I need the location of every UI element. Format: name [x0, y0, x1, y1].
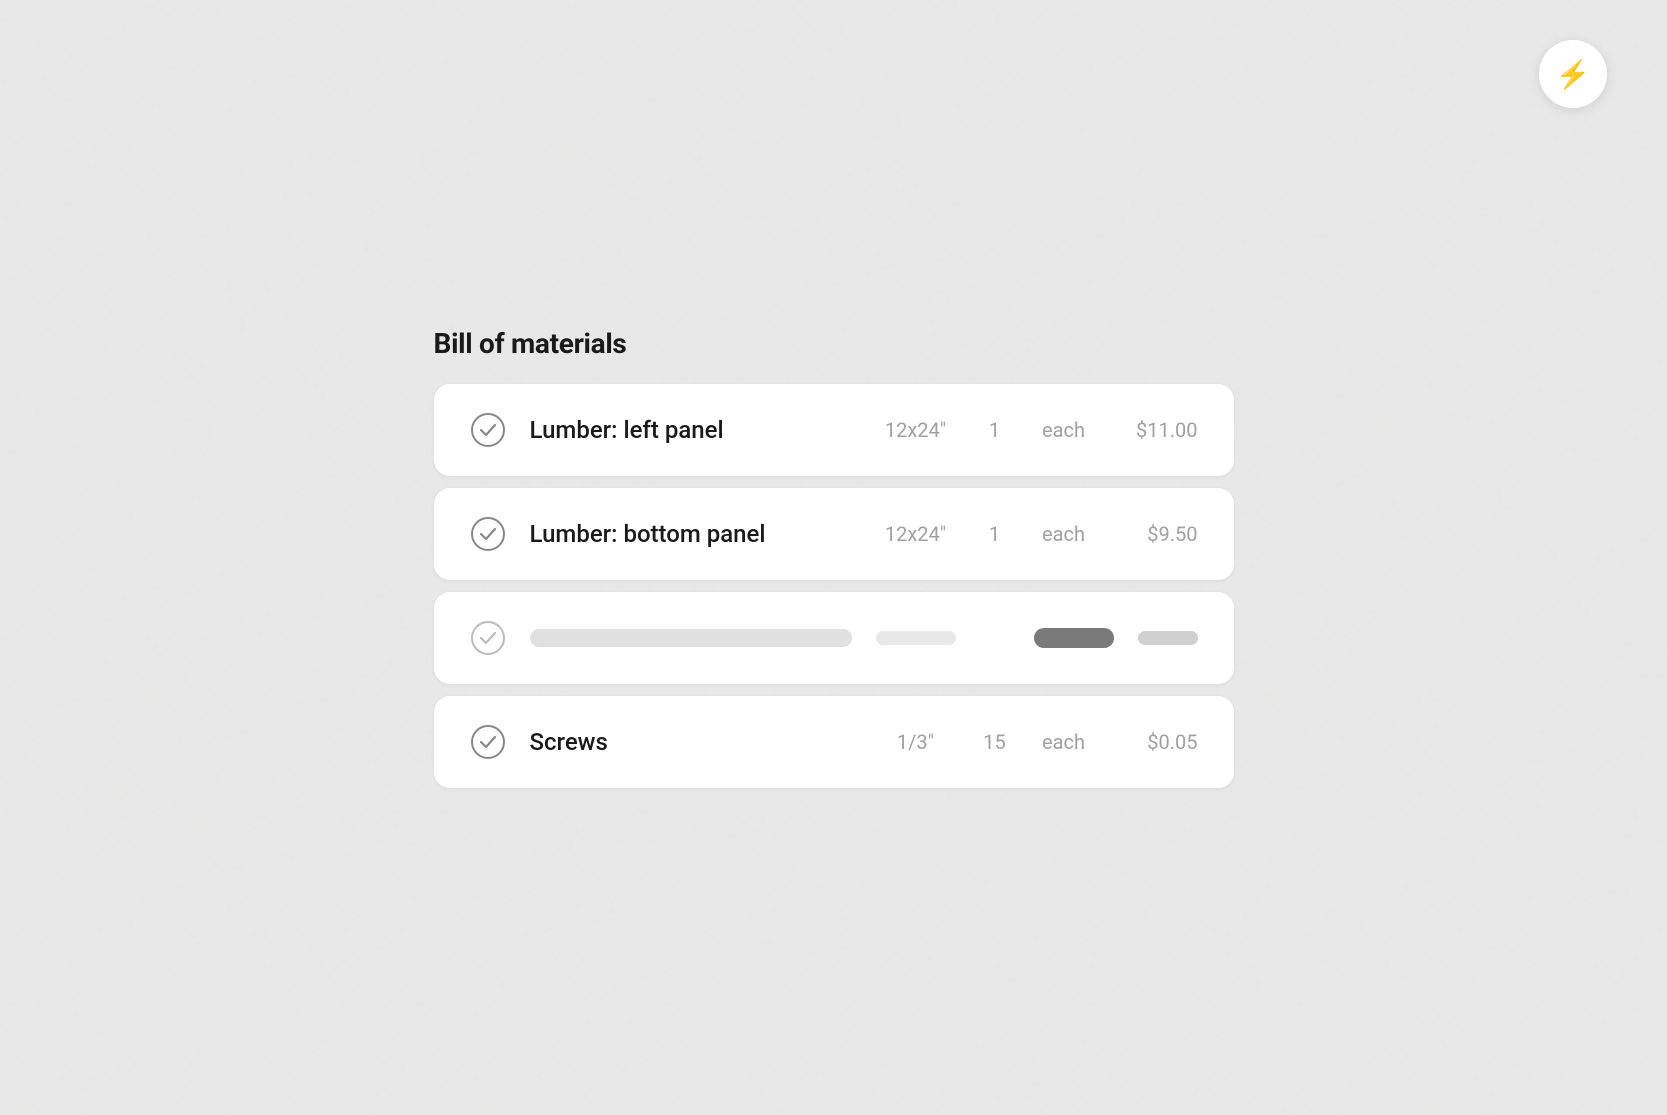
- check-icon: [470, 516, 506, 552]
- item-unit: each: [1034, 522, 1094, 546]
- main-content: Bill of materials Lumber: left panel 12x…: [434, 327, 1234, 788]
- skeleton-qty-bar: [1034, 628, 1114, 648]
- item-price: $11.00: [1118, 418, 1198, 442]
- lightning-button[interactable]: ⚡: [1539, 40, 1607, 108]
- check-icon: [470, 412, 506, 448]
- table-row: Screws 1/3" 15 each $0.05: [434, 696, 1234, 788]
- item-quantity: 15: [980, 730, 1010, 754]
- item-name: Lumber: left panel: [530, 416, 852, 444]
- item-name: Screws: [530, 728, 852, 756]
- page-title: Bill of materials: [434, 327, 1234, 360]
- check-icon: [470, 620, 506, 656]
- lightning-icon: ⚡: [1556, 58, 1591, 91]
- item-name: Lumber: bottom panel: [530, 520, 852, 548]
- item-dimension: 12x24": [876, 522, 956, 546]
- table-row-skeleton: [434, 592, 1234, 684]
- skeleton-price-bar: [1138, 631, 1198, 645]
- item-unit: each: [1034, 730, 1094, 754]
- item-unit: each: [1034, 418, 1094, 442]
- skeleton-name-bar: [530, 629, 852, 647]
- item-quantity: 1: [980, 522, 1010, 546]
- item-dimension: 12x24": [876, 418, 956, 442]
- table-row: Lumber: left panel 12x24" 1 each $11.00: [434, 384, 1234, 476]
- item-price: $9.50: [1118, 522, 1198, 546]
- items-list: Lumber: left panel 12x24" 1 each $11.00 …: [434, 384, 1234, 788]
- check-icon: [470, 724, 506, 760]
- item-dimension: 1/3": [876, 730, 956, 754]
- item-quantity: 1: [980, 418, 1010, 442]
- item-price: $0.05: [1118, 730, 1198, 754]
- skeleton-dim-bar: [876, 631, 956, 645]
- table-row: Lumber: bottom panel 12x24" 1 each $9.50: [434, 488, 1234, 580]
